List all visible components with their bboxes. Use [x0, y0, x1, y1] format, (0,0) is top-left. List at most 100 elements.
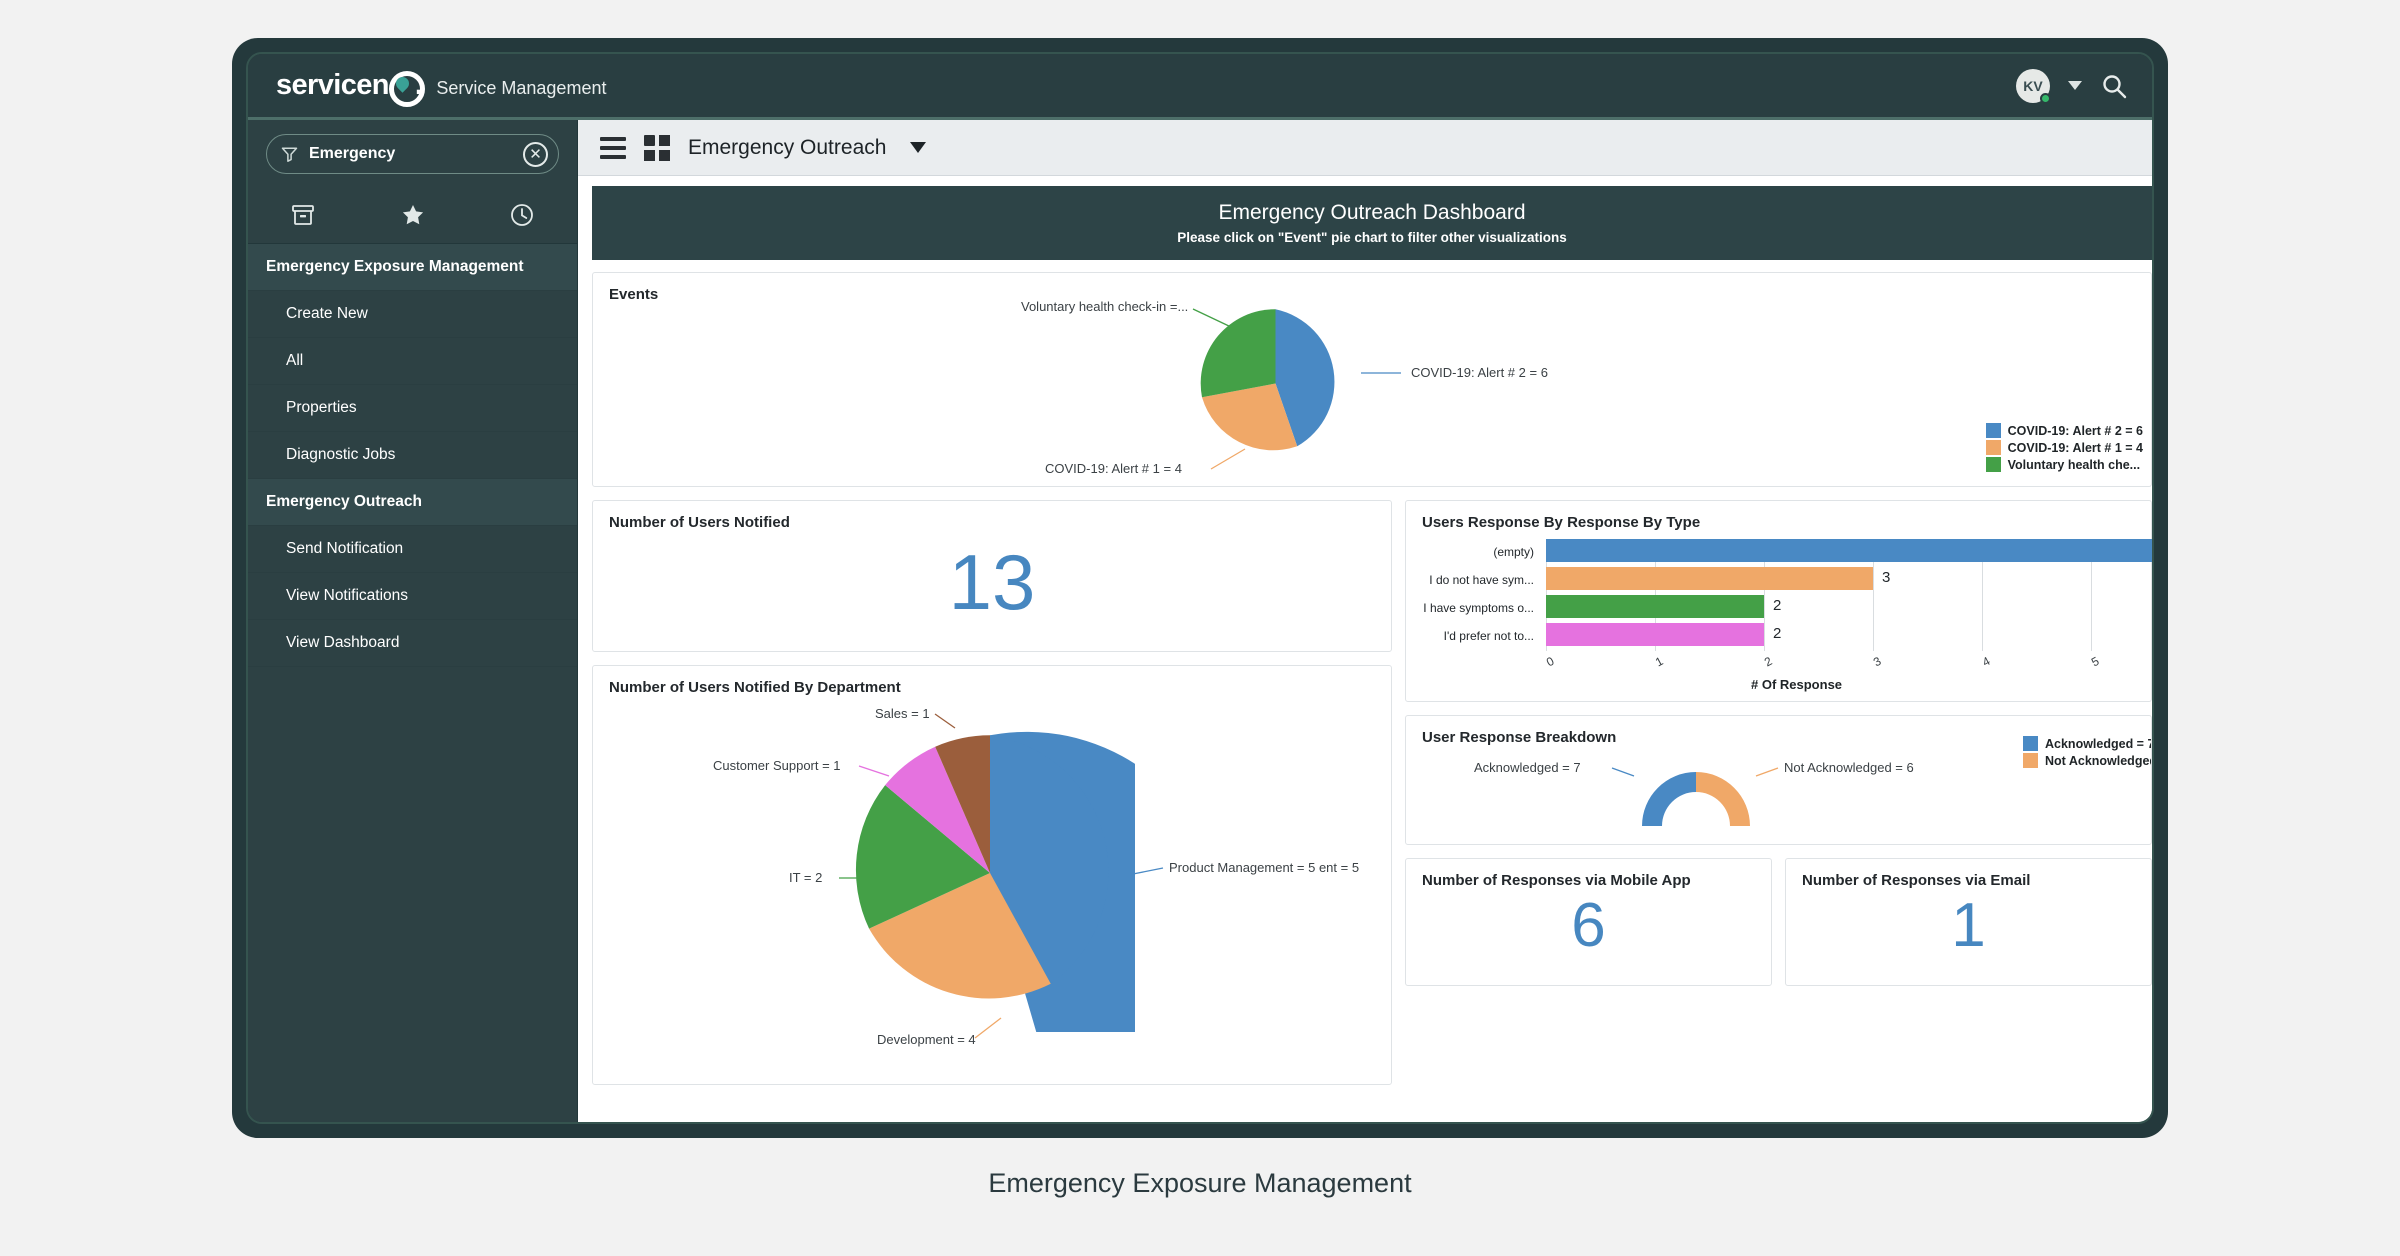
search-icon[interactable]	[2100, 72, 2128, 100]
x-tick: 3	[1871, 653, 1884, 670]
x-tick: 5	[2089, 653, 2102, 670]
content-toolbar: Emergency Outreach	[578, 120, 2152, 176]
banner-title: Emergency Outreach Dashboard	[1218, 201, 1526, 224]
events-callout-lines	[1192, 308, 1401, 470]
breakdown-legend: Acknowledged = 7 Not Acknowledged	[2023, 736, 2151, 768]
logo-prefix: servicen	[276, 69, 390, 101]
avatar-initials: KV	[2023, 77, 2043, 94]
legend-swatch	[1985, 440, 2001, 455]
users-notified-value: 13	[948, 538, 1036, 626]
legend-swatch	[2023, 753, 2038, 768]
panel-title-mobile-app: Number of Responses via Mobile App	[1422, 872, 1691, 889]
product-name: Service Management	[436, 78, 607, 98]
department-callout-lines	[839, 713, 1164, 1039]
legend-label: COVID-19: Alert # 2 = 6	[2007, 423, 2143, 438]
device-screen: servicen. Service Management KV Emergenc…	[246, 52, 2154, 1124]
screenshot-stage: servicen. Service Management KV Emergenc…	[0, 0, 2400, 1256]
legend-item: COVID-19: Alert # 1 = 4	[1985, 440, 2143, 455]
dept-callout-sales: Sales = 1	[875, 706, 930, 721]
sidebar-item-view-dashboard[interactable]: View Dashboard	[248, 620, 577, 667]
panel-number-of-users-notified[interactable]: Number of Users Notified 13	[592, 500, 1392, 652]
email-value: 1	[1951, 891, 1986, 960]
mobile-app-value: 6	[1571, 891, 1606, 960]
funnel-icon	[281, 146, 298, 163]
kpi-row: Number of Responses via Mobile App 6 Num…	[1405, 858, 2152, 986]
hamburger-menu-icon[interactable]	[600, 136, 626, 159]
events-callout-voluntary: Voluntary health check-in =...	[1021, 299, 1189, 314]
clear-filter-icon[interactable]: ✕	[523, 141, 548, 167]
logo-o-glyph	[388, 71, 425, 107]
x-axis-title: # Of Response	[1751, 677, 1843, 692]
dept-callout-product-management: Product Management = 5 ent = 5	[1169, 860, 1360, 875]
brand-bar: servicen. Service Management KV	[248, 54, 2152, 120]
events-legend: COVID-19: Alert # 2 = 6 COVID-19: Alert …	[1985, 423, 2143, 472]
panel-events[interactable]: Events COVID-19: Alert # 2 = 6 COVID-19:…	[592, 272, 2152, 487]
sidebar-item-diagnostic-jobs[interactable]: Diagnostic Jobs	[248, 432, 577, 479]
bar-have-symptoms[interactable]	[1546, 595, 1764, 618]
breakdown-callout-acknowledged: Acknowledged = 7	[1474, 760, 1581, 775]
x-tick: 1	[1653, 653, 1666, 670]
sidebar-item-all[interactable]: All	[248, 338, 577, 385]
sidebar-group-emergency-outreach[interactable]: Emergency Outreach	[248, 479, 577, 526]
legend-item: COVID-19: Alert # 2 = 6	[1985, 423, 2143, 438]
brand-bar-actions: KV	[2016, 68, 2128, 104]
online-status-dot	[2040, 92, 2051, 104]
panel-responses-via-email[interactable]: Number of Responses via Email 1	[1785, 858, 2152, 986]
legend-item: Voluntary health che...	[1985, 457, 2143, 472]
figure-caption: Emergency Exposure Management	[988, 1168, 1412, 1198]
dashboard-chevron-down-icon[interactable]	[910, 142, 927, 153]
panel-users-notified-by-department[interactable]: Number of Users Notified By Department P…	[592, 665, 1392, 1085]
dashboard-row-1: Events COVID-19: Alert # 2 = 6 COVID-19:…	[592, 272, 2152, 487]
panel-users-response-by-type[interactable]: Users Response By Response By Type (empt…	[1405, 500, 2152, 702]
panel-title-email: Number of Responses via Email	[1802, 872, 2031, 889]
response-type-bar-chart[interactable]: (empty) I do not have sym... I have symp…	[1406, 531, 2152, 701]
legend-swatch	[1985, 457, 2001, 472]
legend-swatch	[2023, 736, 2038, 751]
sidebar-tabs	[248, 186, 577, 244]
servicenow-logo[interactable]: servicen. Service Management	[276, 69, 607, 107]
events-callout-alert1: COVID-19: Alert # 1 = 4	[1045, 461, 1182, 476]
legend-label: Acknowledged = 7	[2045, 736, 2151, 751]
bar-category-label: I'd prefer not to...	[1443, 629, 1534, 643]
main-content: Emergency Outreach Emergency Outreach Da…	[578, 120, 2152, 1122]
panel-title-events: Events	[609, 286, 659, 303]
sidebar-group-emergency-exposure-management[interactable]: Emergency Exposure Management	[248, 244, 577, 291]
dept-callout-customer-support: Customer Support = 1	[713, 758, 841, 773]
avatar[interactable]: KV	[2016, 68, 2051, 104]
dept-callout-it: IT = 2	[789, 870, 823, 885]
panel-user-response-breakdown[interactable]: User Response Breakdown Acknowledged = 7…	[1405, 715, 2152, 845]
logo-wordmark: servicen.	[276, 69, 425, 107]
x-tick: 0	[1544, 653, 1557, 670]
bar-value-label: 3	[1882, 569, 1891, 586]
bar-category-label: I do not have sym...	[1429, 573, 1534, 587]
x-tick: 4	[1980, 653, 1993, 670]
sidebar-tab-all-applications[interactable]	[248, 186, 358, 243]
sidebar-tab-favorites[interactable]	[358, 186, 468, 243]
right-column: Users Response By Response By Type (empt…	[1405, 500, 2152, 1085]
sidebar: Emergency ✕ Emergency Exposure Managemen…	[248, 120, 578, 1122]
x-tick: 2	[1762, 653, 1775, 670]
dept-callout-development: Development = 4	[877, 1032, 976, 1047]
bar-category-label: I have symptoms o...	[1423, 601, 1534, 615]
chevron-down-icon[interactable]	[2068, 81, 2082, 90]
filter-input[interactable]: Emergency	[309, 145, 512, 163]
sidebar-tab-history[interactable]	[467, 186, 577, 243]
legend-label: Voluntary health che...	[2007, 457, 2141, 472]
filter-navigator[interactable]: Emergency ✕	[266, 134, 559, 174]
sidebar-item-view-notifications[interactable]: View Notifications	[248, 573, 577, 620]
grid-view-icon[interactable]	[644, 134, 670, 161]
sidebar-nav: Emergency Exposure Management Create New…	[248, 244, 577, 667]
filter-navigator-row: Emergency ✕	[248, 120, 577, 186]
dashboard-title: Emergency Outreach	[688, 135, 887, 159]
bar-no-symptoms[interactable]	[1546, 567, 1873, 590]
sidebar-empty-space	[248, 667, 577, 1122]
panel-responses-via-mobile-app[interactable]: Number of Responses via Mobile App 6	[1405, 858, 1772, 986]
sidebar-item-create-new[interactable]: Create New	[248, 291, 577, 338]
dashboard-row-2: Number of Users Notified 13 Number of Us…	[592, 500, 2152, 1085]
panel-title-response-by-type: Users Response By Response By Type	[1422, 514, 1701, 531]
bar-prefer-not[interactable]	[1546, 623, 1764, 646]
sidebar-item-send-notification[interactable]: Send Notification	[248, 526, 577, 573]
legend-swatch	[1985, 423, 2001, 438]
bar-empty[interactable]	[1546, 539, 2152, 562]
sidebar-item-properties[interactable]: Properties	[248, 385, 577, 432]
